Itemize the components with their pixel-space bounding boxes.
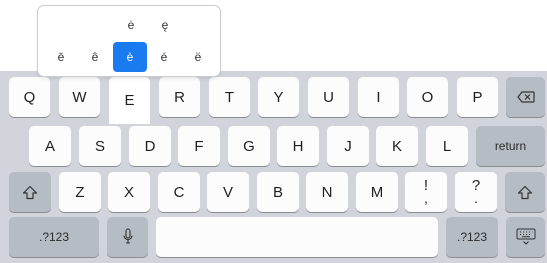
key-l[interactable]: L — [426, 126, 468, 166]
key-b[interactable]: B — [257, 172, 299, 212]
key-p[interactable]: P — [457, 77, 498, 117]
key-question-period-labels: ? . — [472, 178, 480, 206]
keyboard: Q W E R T Y U I O P A S D F G H J K L re… — [0, 71, 547, 263]
key-t[interactable]: T — [209, 77, 250, 117]
key-j[interactable]: J — [327, 126, 369, 166]
return-key[interactable]: return — [476, 126, 545, 166]
microphone-icon — [122, 228, 133, 246]
key-q[interactable]: Q — [9, 77, 50, 117]
period-label: . — [474, 190, 478, 206]
accent-e-macron[interactable]: ē — [44, 42, 78, 72]
key-g[interactable]: G — [228, 126, 270, 166]
key-question-period[interactable]: ? . — [455, 172, 497, 212]
key-x[interactable]: X — [108, 172, 150, 212]
accent-popup: ė ę ē ê è é ë — [38, 6, 220, 76]
key-m[interactable]: M — [356, 172, 398, 212]
numbers-key-right[interactable]: .?123 — [446, 217, 498, 257]
key-e-pressed[interactable]: E — [109, 77, 150, 124]
comma-label: , — [424, 190, 428, 206]
hide-keyboard-key[interactable] — [506, 217, 545, 257]
key-a[interactable]: A — [29, 126, 71, 166]
accent-e-ogonek[interactable]: ę — [148, 10, 182, 40]
key-o[interactable]: O — [407, 77, 448, 117]
key-i[interactable]: I — [358, 77, 399, 117]
key-y[interactable]: Y — [258, 77, 299, 117]
key-r[interactable]: R — [159, 77, 200, 117]
key-s[interactable]: S — [79, 126, 121, 166]
key-k[interactable]: K — [376, 126, 418, 166]
accent-e-acute[interactable]: é — [147, 42, 181, 72]
shift-key-left[interactable] — [9, 172, 51, 212]
accent-e-diaeresis[interactable]: ë — [181, 42, 215, 72]
key-n[interactable]: N — [306, 172, 348, 212]
delete-icon — [516, 91, 535, 103]
key-u[interactable]: U — [308, 77, 349, 117]
delete-key[interactable] — [506, 77, 545, 117]
key-v[interactable]: V — [207, 172, 249, 212]
key-h[interactable]: H — [277, 126, 319, 166]
shift-icon — [22, 185, 38, 200]
key-c[interactable]: C — [158, 172, 200, 212]
key-d[interactable]: D — [129, 126, 171, 166]
accent-e-circumflex[interactable]: ê — [78, 42, 112, 72]
hide-keyboard-icon — [516, 228, 536, 246]
key-exclamation-comma[interactable]: ! , — [405, 172, 447, 212]
key-exclamation-comma-labels: ! , — [424, 178, 428, 206]
dictation-key[interactable] — [107, 217, 148, 257]
shift-key-right[interactable] — [505, 172, 545, 212]
space-bar[interactable] — [156, 217, 438, 257]
key-w[interactable]: W — [59, 77, 100, 117]
key-z[interactable]: Z — [59, 172, 101, 212]
key-f[interactable]: F — [178, 126, 220, 166]
accent-e-dot[interactable]: ė — [114, 10, 148, 40]
numbers-key-left[interactable]: .?123 — [9, 217, 99, 257]
ios-keyboard-screen: Q W E R T Y U I O P A S D F G H J K L re… — [0, 0, 547, 263]
shift-icon — [517, 185, 533, 200]
accent-e-grave-selected[interactable]: è — [113, 42, 147, 72]
